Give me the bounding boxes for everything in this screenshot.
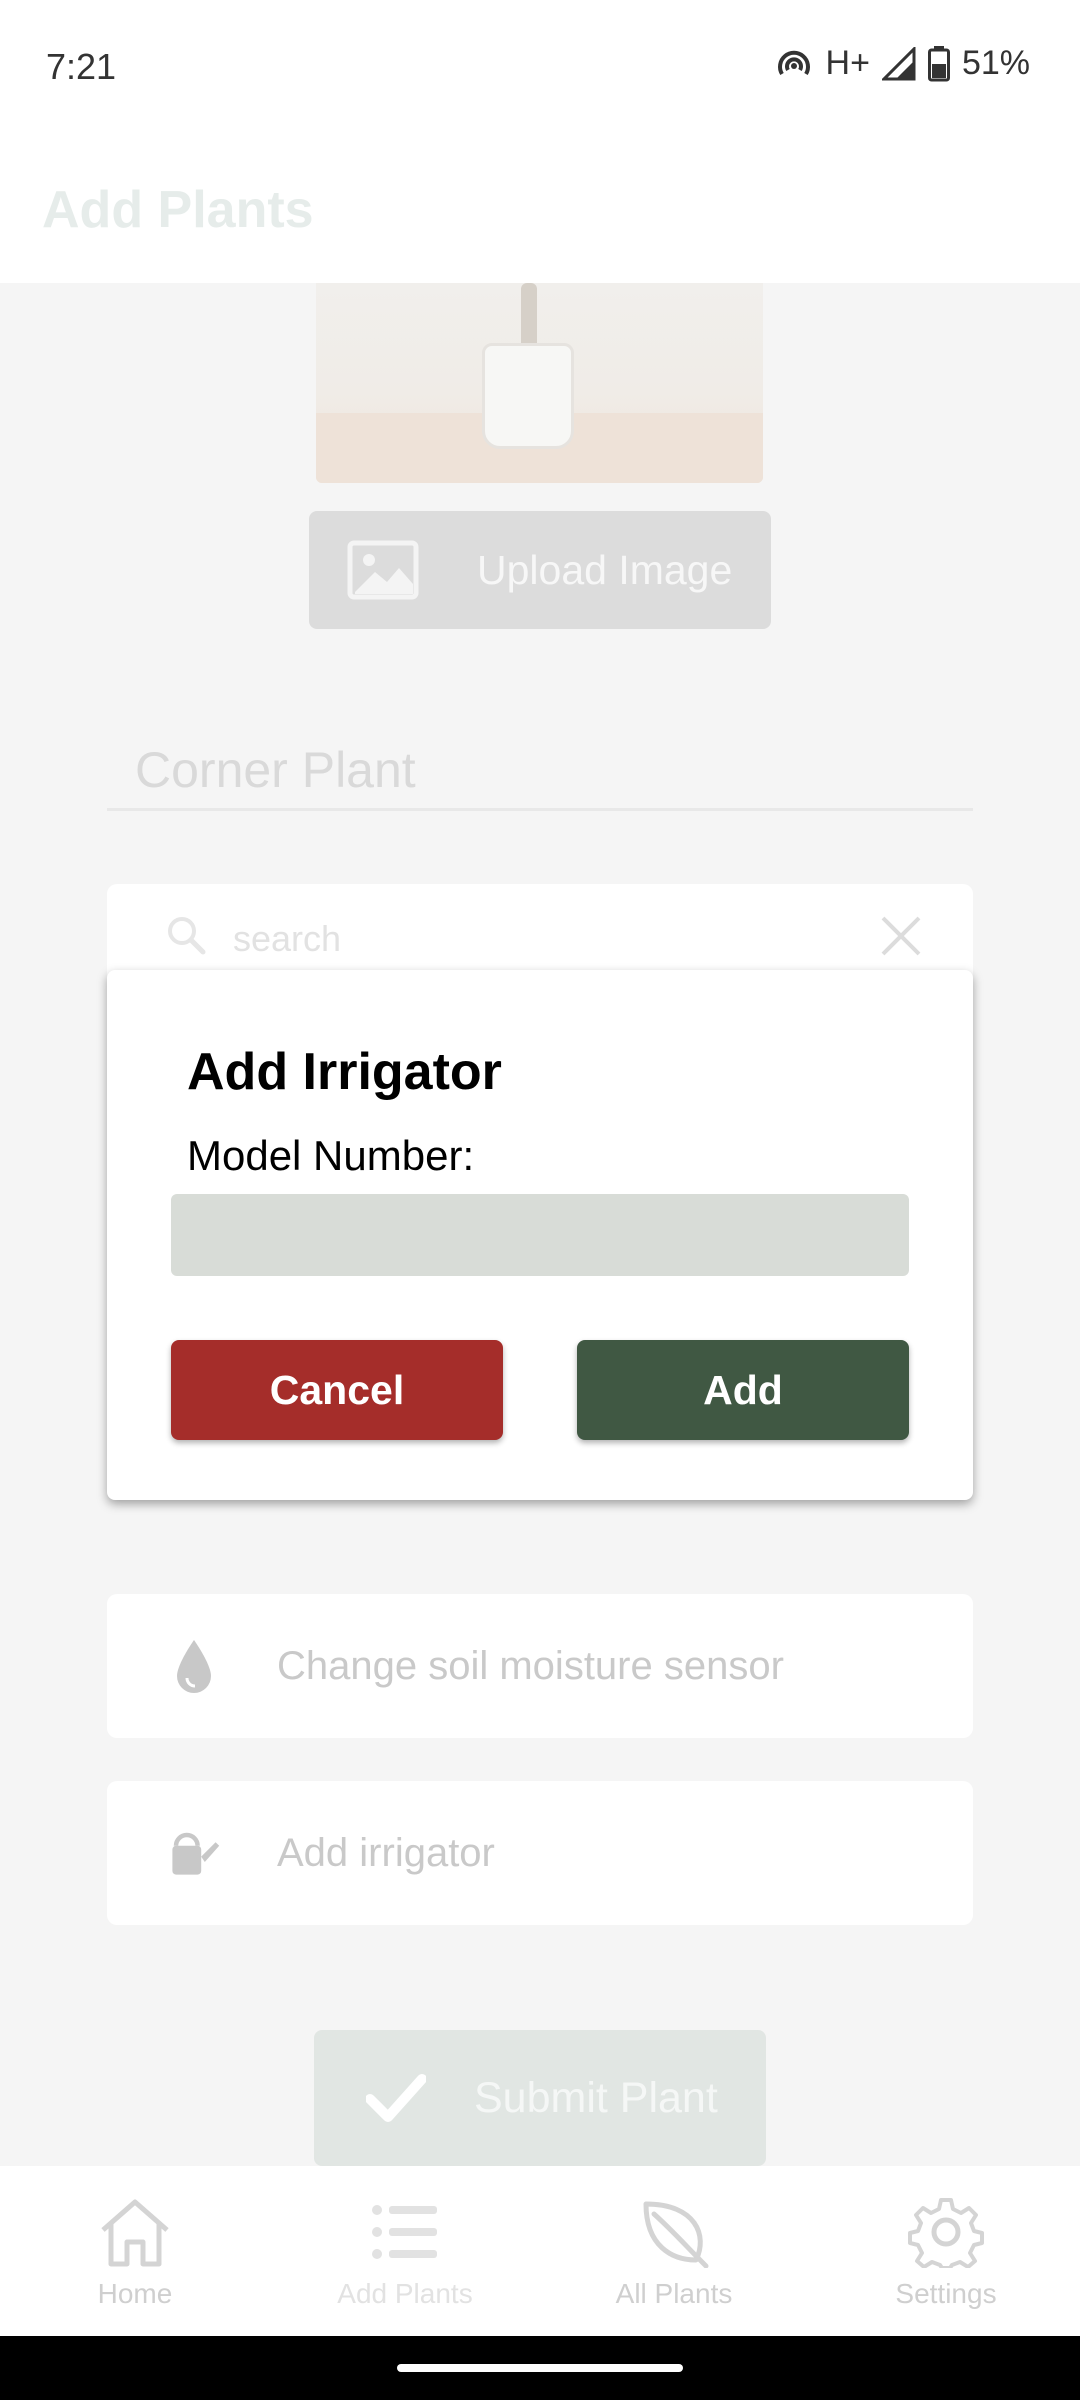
leaf-icon xyxy=(643,2201,709,2268)
submit-plant-label: Submit Plant xyxy=(474,2073,718,2122)
add-irrigator-dialog: Add Irrigator Model Number: Cancel Add xyxy=(107,970,973,1500)
plant-image xyxy=(316,283,763,483)
change-moisture-sensor-label: Change soil moisture sensor xyxy=(277,1643,784,1688)
image-icon xyxy=(347,540,419,600)
model-number-input[interactable] xyxy=(171,1194,909,1276)
check-icon xyxy=(366,2074,426,2122)
nav-home[interactable]: Home xyxy=(35,2196,235,2310)
nav-settings-label: Settings xyxy=(895,2278,997,2309)
network-type: H+ xyxy=(825,44,870,82)
signal-icon xyxy=(881,46,916,80)
upload-image-label: Upload Image xyxy=(477,546,733,593)
submit-plant-button[interactable]: Submit Plant xyxy=(314,2030,766,2166)
battery-percent: 51% xyxy=(961,44,1030,82)
model-number-label: Model Number: xyxy=(187,1132,475,1179)
gesture-bar xyxy=(0,2336,1080,2400)
plant-name-value: Corner Plant xyxy=(135,742,416,798)
nav-add-plants-label: Add Plants xyxy=(337,2278,473,2309)
list-icon xyxy=(372,2205,437,2259)
page-title: Add Plants xyxy=(42,181,314,239)
cancel-button[interactable]: Cancel xyxy=(171,1340,503,1440)
change-moisture-sensor-button[interactable]: Change soil moisture sensor xyxy=(107,1594,973,1738)
nav-all-plants[interactable]: All Plants xyxy=(574,2196,774,2310)
dialog-title: Add Irrigator xyxy=(187,1043,502,1101)
water-drop-icon xyxy=(177,1640,211,1693)
search-placeholder: search xyxy=(233,918,342,959)
plant-name-field[interactable]: Corner Plant xyxy=(107,653,973,811)
status-bar: 7:21 H+ 51% xyxy=(0,0,1080,130)
add-irrigator-button[interactable]: Add irrigator xyxy=(107,1781,973,1925)
nav-settings[interactable]: Settings xyxy=(846,2196,1046,2310)
watering-can-icon xyxy=(172,1832,220,1875)
nav-home-label: Home xyxy=(97,2278,173,2309)
nav-add-plants[interactable]: Add Plants xyxy=(305,2196,505,2310)
add-button[interactable]: Add xyxy=(577,1340,909,1440)
bottom-nav: Home Add Plants All Plants Settings xyxy=(0,2166,1080,2336)
battery-icon xyxy=(927,45,950,81)
home-gesture-handle[interactable] xyxy=(397,2364,683,2372)
hotspot-icon xyxy=(777,50,810,75)
search-icon xyxy=(168,917,206,955)
close-icon[interactable] xyxy=(879,914,923,958)
add-irrigator-label: Add irrigator xyxy=(277,1830,495,1875)
upload-image-button[interactable]: Upload Image xyxy=(309,511,771,629)
home-icon xyxy=(101,2199,169,2267)
nav-all-plants-label: All Plants xyxy=(615,2278,733,2309)
status-icons: H+ 51% xyxy=(774,44,1030,83)
app-header: Add Plants xyxy=(0,130,1080,283)
status-time: 7:21 xyxy=(46,46,117,87)
gear-icon xyxy=(908,2198,984,2268)
